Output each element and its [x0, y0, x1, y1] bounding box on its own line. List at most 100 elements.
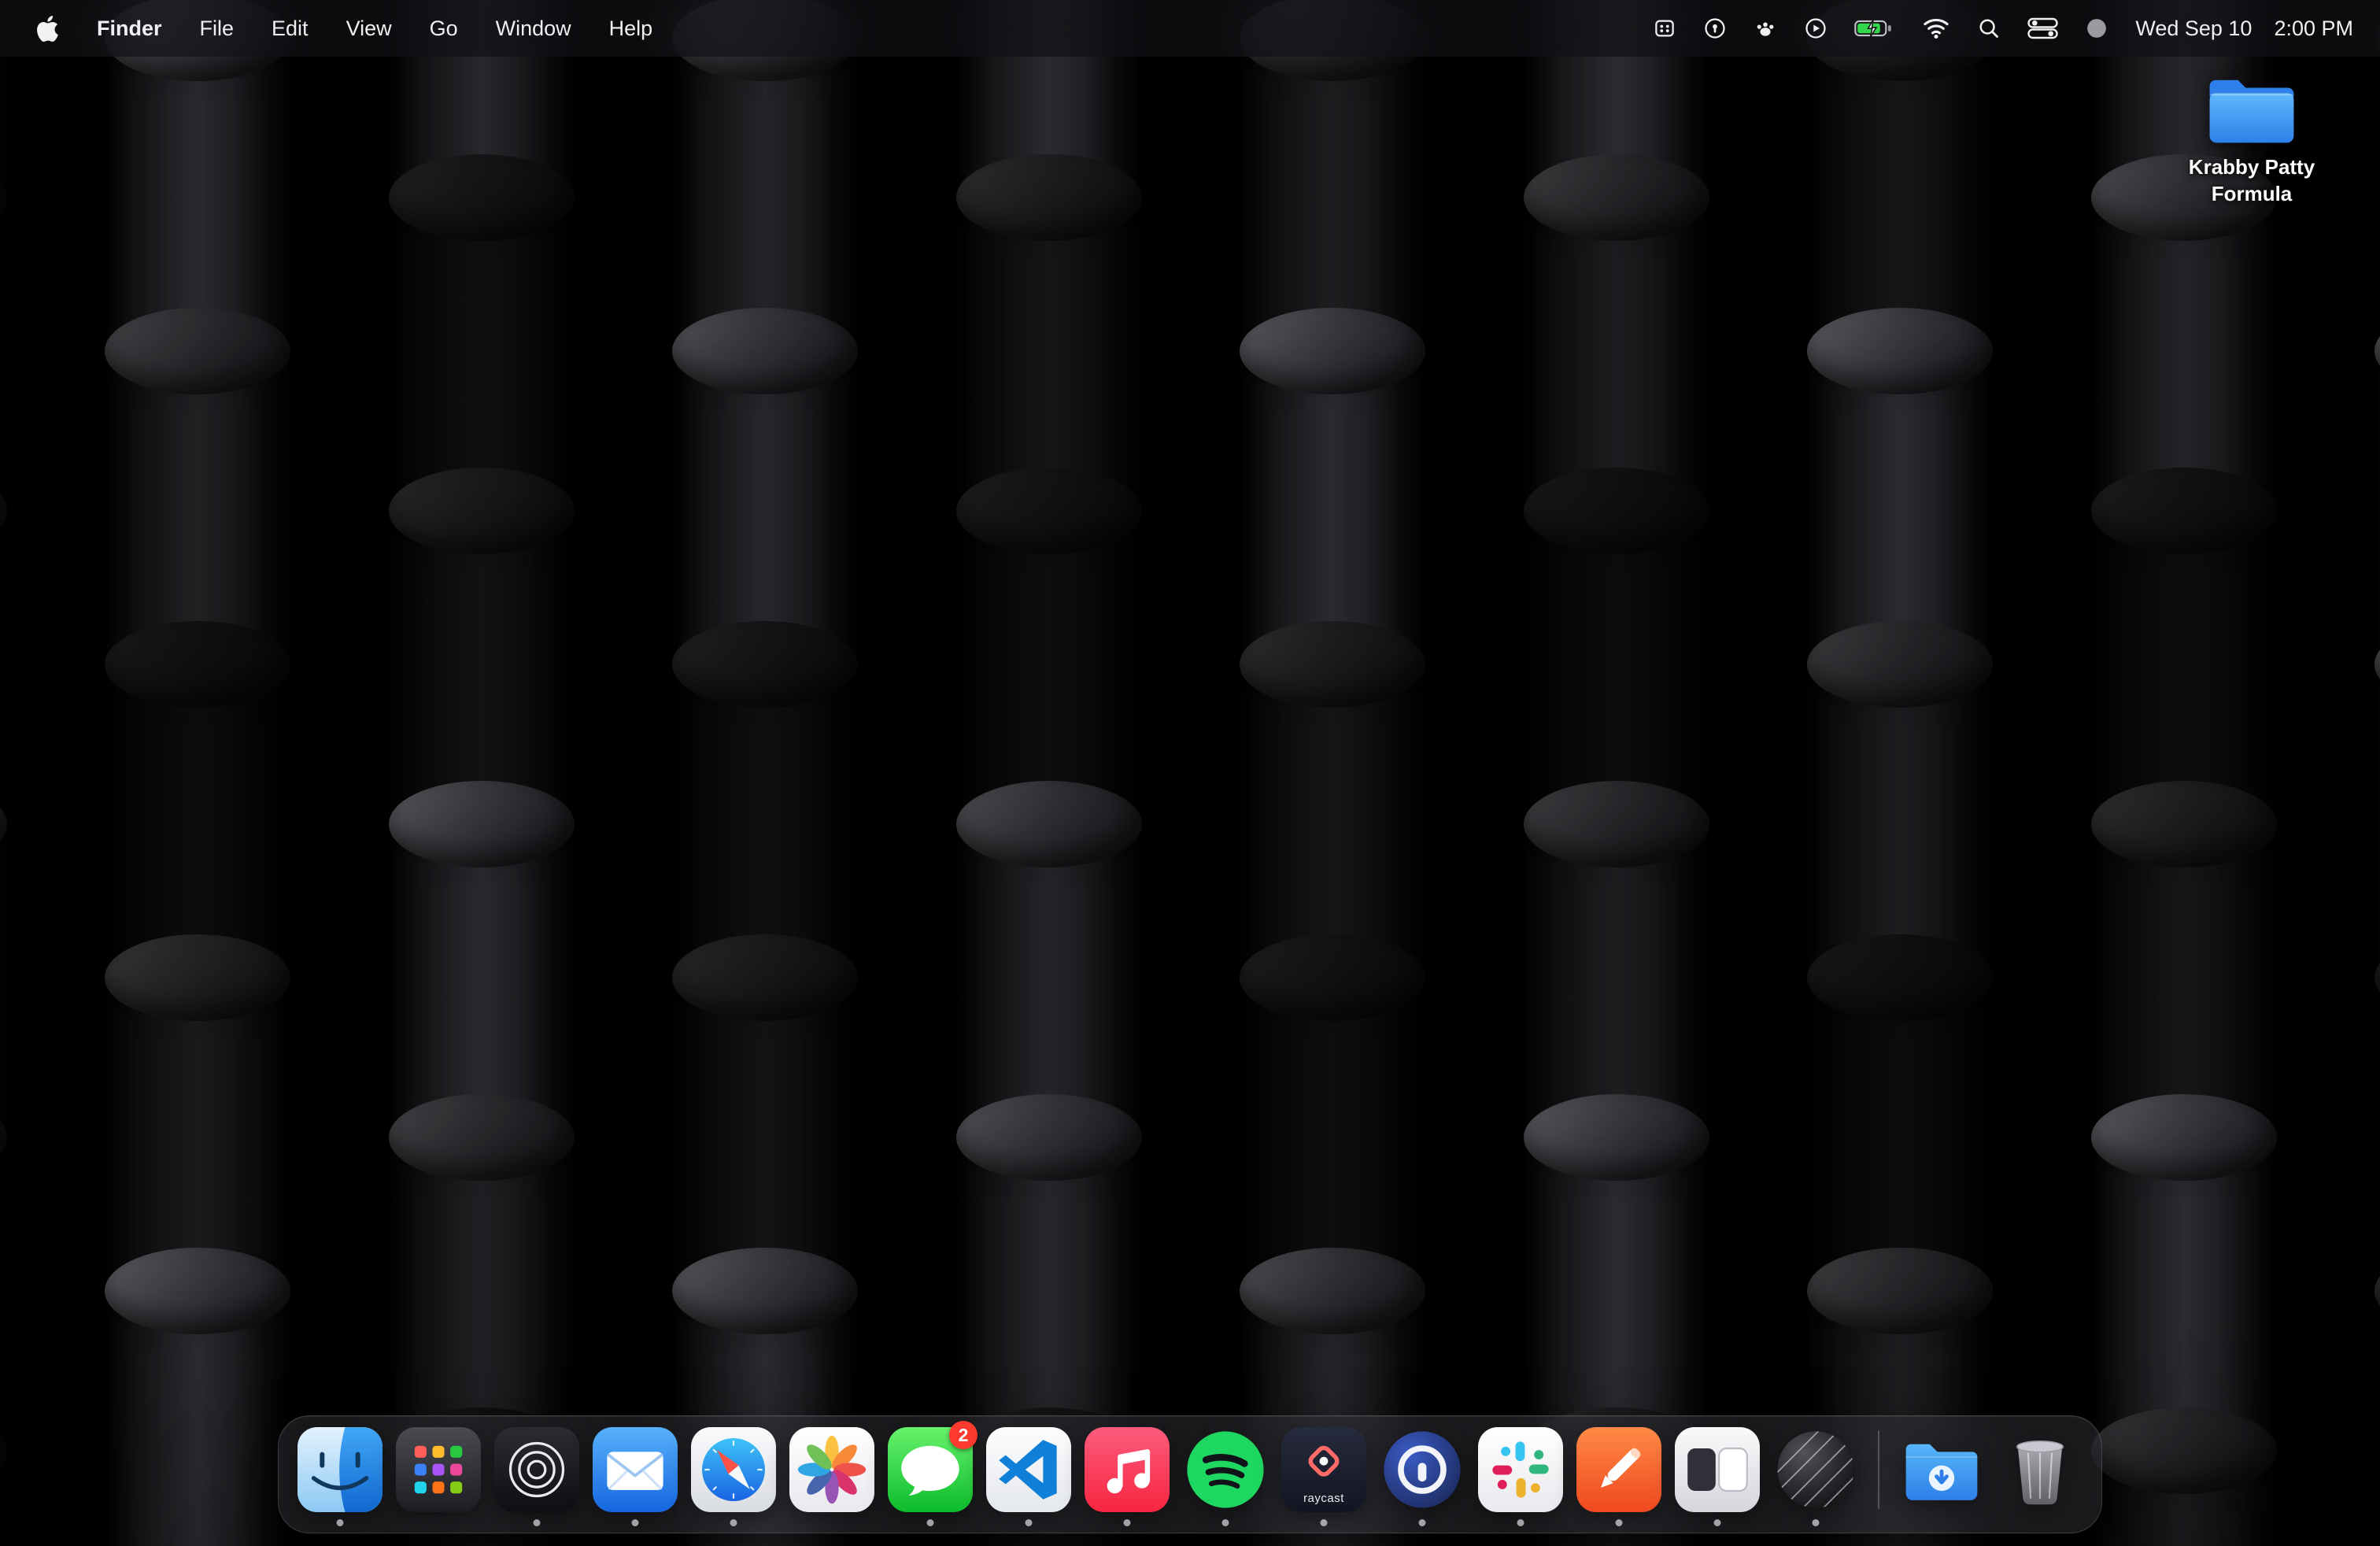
striped-sphere-app-icon: [1773, 1427, 1858, 1512]
wallpaper-cylinder: [0, 1407, 7, 1546]
dock-item-downloads-folder[interactable]: [1899, 1427, 1984, 1512]
running-indicator: [1419, 1519, 1426, 1526]
menu-bar-time[interactable]: 2:00 PM: [2274, 17, 2353, 41]
menu-view[interactable]: View: [327, 17, 411, 41]
wallpaper-cylinder: [1240, 308, 1425, 664]
wallpaper-cylinder: [0, 781, 7, 1137]
wallpaper-cylinder: [0, 468, 7, 823]
running-indicator: [1026, 1519, 1033, 1526]
1password-icon: [1380, 1427, 1465, 1512]
wallpaper-cylinder: [1807, 621, 1993, 977]
running-indicator: [1714, 1519, 1721, 1526]
running-indicator: [1124, 1519, 1131, 1526]
dock-item-1password[interactable]: [1380, 1427, 1465, 1512]
launchpad-icon: [396, 1427, 481, 1512]
control-center-icon[interactable]: [2027, 17, 2058, 40]
music-icon: [1085, 1427, 1170, 1512]
menu-bar: Finder File Edit View Go Window Help: [0, 0, 2380, 57]
dock-item-pen-app[interactable]: [1576, 1427, 1661, 1512]
spotlight-search-icon[interactable]: [1977, 17, 2001, 40]
safari-icon: [691, 1427, 776, 1512]
menu-app-name[interactable]: Finder: [78, 17, 181, 41]
dock-divider: [1878, 1430, 1879, 1509]
wallpaper-cylinder: [672, 934, 858, 1290]
dock: 2 raycast: [278, 1415, 2102, 1533]
dock-item-striped-sphere-app[interactable]: [1773, 1427, 1858, 1512]
concentric-rings-app-icon: [494, 1427, 579, 1512]
spotify-icon: [1183, 1427, 1268, 1512]
running-indicator: [632, 1519, 639, 1526]
battery-charging-icon[interactable]: [1854, 18, 1895, 39]
running-indicator: [730, 1519, 737, 1526]
wallpaper-cylinder: [389, 154, 575, 510]
photos-icon: [789, 1427, 874, 1512]
vscode-icon: [986, 1427, 1071, 1512]
wallpaper-cylinder: [672, 621, 858, 977]
dock-item-music[interactable]: [1085, 1427, 1170, 1512]
wallpaper-cylinder: [2091, 1407, 2277, 1546]
wallpaper-cylinder: [105, 934, 290, 1290]
dock-item-spotify[interactable]: [1183, 1427, 1268, 1512]
wallpaper-cylinder: [105, 621, 290, 977]
wallpaper-cylinder: [105, 1248, 290, 1546]
wallpaper-cylinder: [2091, 154, 2277, 510]
wallpaper-cylinder: [2091, 468, 2277, 823]
menu-window[interactable]: Window: [477, 17, 590, 41]
running-indicator: [1321, 1519, 1328, 1526]
running-indicator: [1222, 1519, 1229, 1526]
wallpaper-cylinder: [956, 154, 1142, 510]
dock-item-mail[interactable]: [593, 1427, 678, 1512]
wallpaper-cylinder: [1524, 468, 1709, 823]
raycast-icon: raycast: [1281, 1427, 1366, 1512]
menu-go[interactable]: Go: [411, 17, 477, 41]
wallpaper-cylinder: [0, 154, 7, 510]
grid-icon[interactable]: [1653, 17, 1676, 40]
wallpaper-cylinder: [1807, 308, 1993, 664]
dock-item-vscode[interactable]: [986, 1427, 1071, 1512]
menu-bar-date[interactable]: Wed Sep 10: [2135, 17, 2252, 41]
wallpaper-cylinder: [956, 781, 1142, 1137]
notification-badge: 2: [949, 1421, 978, 1449]
wallpaper-cylinder: [1524, 1094, 1709, 1450]
paw-icon[interactable]: [1754, 17, 1777, 40]
mail-icon: [593, 1427, 678, 1512]
dock-item-slack[interactable]: [1478, 1427, 1563, 1512]
dock-item-finder[interactable]: [298, 1427, 382, 1512]
running-indicator: [1517, 1519, 1524, 1526]
menu-file[interactable]: File: [181, 17, 253, 41]
wallpaper-cylinder: [2374, 934, 2380, 1290]
dock-item-messages[interactable]: 2: [888, 1427, 973, 1512]
dock-item-split-panels-app[interactable]: [1675, 1427, 1760, 1512]
dock-item-launchpad[interactable]: [396, 1427, 481, 1512]
dock-item-trash[interactable]: [1998, 1427, 2082, 1512]
finder-icon: [298, 1427, 382, 1512]
wallpaper-cylinder: [1240, 934, 1425, 1290]
pen-app-icon: [1576, 1427, 1661, 1512]
dock-item-safari[interactable]: [691, 1427, 776, 1512]
split-panels-app-icon: [1675, 1427, 1760, 1512]
play-circle-icon[interactable]: [1804, 17, 1828, 40]
dock-item-photos[interactable]: [789, 1427, 874, 1512]
downloads-folder-icon: [1899, 1427, 1984, 1512]
account-circle-icon[interactable]: [2085, 17, 2108, 40]
dock-item-raycast[interactable]: raycast: [1281, 1427, 1366, 1512]
wallpaper-cylinder: [2091, 781, 2277, 1137]
wallpaper-cylinder: [2091, 1094, 2277, 1450]
dock-item-concentric-rings-app[interactable]: [494, 1427, 579, 1512]
wallpaper-cylinder: [956, 1094, 1142, 1450]
menu-edit[interactable]: Edit: [253, 17, 327, 41]
wallpaper-cylinder: [2374, 621, 2380, 977]
wifi-icon[interactable]: [1922, 17, 1950, 40]
keyhole-icon[interactable]: [1703, 17, 1727, 40]
wallpaper-cylinder: [2374, 1248, 2380, 1546]
raycast-label: raycast: [1281, 1492, 1366, 1505]
desktop-folder-krabby-patty[interactable]: Krabby Patty Formula: [2168, 74, 2336, 208]
menu-help[interactable]: Help: [590, 17, 672, 41]
apple-menu-icon[interactable]: [27, 16, 68, 42]
running-indicator: [1616, 1519, 1623, 1526]
wallpaper-cylinder: [389, 1094, 575, 1450]
folder-icon: [2204, 74, 2299, 148]
wallpaper-cylinder: [1524, 154, 1709, 510]
running-indicator: [534, 1519, 541, 1526]
wallpaper: [0, 0, 2380, 1546]
